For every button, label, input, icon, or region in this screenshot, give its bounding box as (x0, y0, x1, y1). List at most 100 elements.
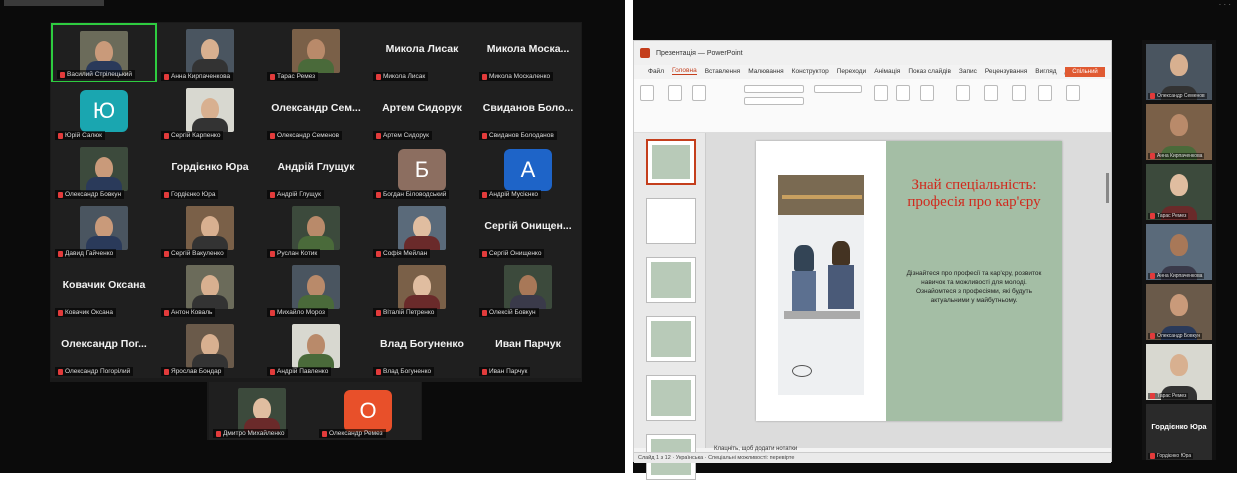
slide-thumbnail[interactable] (646, 139, 696, 185)
ribbon-tab[interactable]: Рецензування (985, 68, 1027, 75)
ribbon-tab[interactable]: Показ слайдів (908, 68, 951, 75)
participant-tile[interactable]: Гордієнко Юра Гордієнко Юра (157, 141, 263, 201)
participant-name: Тарас Ремез (1157, 213, 1187, 219)
addins-icon[interactable] (1012, 85, 1026, 101)
participant-tile[interactable]: Ю Юрій Салюк (51, 82, 157, 142)
participant-tile[interactable]: Микола Моска... Микола Москаленко (475, 23, 581, 83)
side-participant-tile[interactable]: Анна Кирпаченкова (1146, 224, 1212, 280)
participant-name-label: Ковачик Оксана (55, 308, 116, 317)
participant-face (253, 398, 271, 420)
participant-name: Иван Парчук (489, 368, 528, 375)
copilot-icon[interactable] (1066, 85, 1080, 101)
participant-tile[interactable]: Ковачик Оксана Ковачик Оксана (51, 259, 157, 319)
side-participant-tile[interactable]: Тарас Ремез (1146, 344, 1212, 400)
participant-video (80, 147, 128, 191)
ribbon-tab[interactable]: Переходи (837, 68, 866, 75)
layout-icon[interactable] (692, 85, 706, 101)
participant-tile[interactable]: Давид Гайченко (51, 200, 157, 260)
participant-tile[interactable]: Михайло Мороз (263, 259, 369, 319)
participant-tile[interactable]: Микола Лисак Микола Лисак (369, 23, 475, 83)
font-select[interactable] (744, 85, 804, 93)
thumbnail-preview (651, 262, 691, 298)
dictate-icon[interactable] (984, 85, 998, 101)
shapes-icon[interactable] (874, 85, 888, 101)
participant-name-label: Анна Кирпаченкова (1148, 153, 1205, 159)
more-options-icon[interactable]: · · · (1219, 0, 1231, 9)
avatar: Б (398, 149, 446, 191)
participant-tile[interactable]: Софія Мейлан (369, 200, 475, 260)
participant-tile[interactable]: Олексій Бовкун (475, 259, 581, 319)
participant-name-label: Василий Стрілецький (57, 70, 136, 79)
ribbon-tab[interactable]: Анімація (874, 68, 900, 75)
slide-thumbnail[interactable] (646, 198, 696, 244)
side-participant-tile[interactable]: Тарас Ремез (1146, 164, 1212, 220)
participant-tile[interactable]: А Андрій Мусієнко (475, 141, 581, 201)
paste-icon[interactable] (640, 85, 654, 101)
participant-tile[interactable]: Олександр Пог... Олександр Погорілий (51, 318, 157, 378)
participant-tile[interactable]: Андрій Глущук Андрій Глущук (263, 141, 369, 201)
participant-tile[interactable]: Сергій Онищен... Сергій Онищенко (475, 200, 581, 260)
participant-tile[interactable]: Сергій Карпенко (157, 82, 263, 142)
participant-tile[interactable]: Свиданов Боло... Свиданов Болоданов (475, 82, 581, 142)
participant-tile[interactable]: Влад Богуненко Влад Богуненко (369, 318, 475, 378)
participant-tile[interactable]: Руслан Котик (263, 200, 369, 260)
side-participant-tile[interactable]: Олександр Бовкун (1146, 284, 1212, 340)
participant-tile[interactable]: Антон Коваль (157, 259, 263, 319)
participant-body (192, 59, 228, 73)
participant-tile[interactable]: Артем Сидорук Артем Сидорук (369, 82, 475, 142)
side-participant-tile[interactable]: Олександр Семенов (1146, 44, 1212, 100)
participant-tile[interactable]: Віталій Петренко (369, 259, 475, 319)
find-icon[interactable] (956, 85, 970, 101)
participant-name: Свиданов Болоданов (489, 132, 554, 139)
participant-name-label: Олександр Погорілий (55, 367, 134, 376)
muted-mic-icon (482, 368, 487, 375)
ribbon-tab[interactable]: Малювання (748, 68, 783, 75)
participant-tile[interactable]: Тарас Ремез (263, 23, 369, 83)
participant-face (95, 41, 113, 63)
muted-mic-icon (482, 309, 487, 316)
participant-display-name: Микола Моска... (486, 43, 570, 55)
muted-mic-icon (376, 73, 381, 80)
arrange-icon[interactable] (896, 85, 910, 101)
participant-name-label: Влад Богуненко (373, 367, 435, 376)
participant-tile[interactable]: Сергій Вакуленко (157, 200, 263, 260)
participant-body (298, 295, 334, 309)
participant-tile[interactable]: Олександр Бовкун (51, 141, 157, 201)
participant-name: Андрій Мусієнко (489, 191, 539, 198)
ribbon-tab[interactable]: Файл (648, 68, 664, 75)
participant-name: Гордієнко Юра (1157, 453, 1192, 459)
current-slide[interactable]: Знай спеціальність: професія про кар'єру… (756, 141, 1062, 421)
participant-tile[interactable]: Анна Кирпаченкова (157, 23, 263, 83)
side-participant-tile[interactable]: Гордієнко Юра Гордієнко Юра (1146, 404, 1212, 460)
muted-mic-icon (270, 250, 275, 257)
participant-tile[interactable]: Андрій Павленко (263, 318, 369, 378)
participant-tile[interactable]: Ярослав Бондар (157, 318, 263, 378)
powerpoint-logo-icon (640, 48, 650, 58)
slide-thumbnail[interactable] (646, 375, 696, 421)
participant-side-strip: Олександр Семенов Анна Кирпаченкова Тарас … (1142, 40, 1216, 460)
participant-tile[interactable]: Василий Стрілецький (51, 23, 157, 83)
quick-styles-icon[interactable] (920, 85, 934, 101)
ribbon-tab[interactable]: Головна (671, 67, 697, 75)
participant-tile[interactable]: Дмитро Михайленко (209, 382, 315, 440)
paragraph-row[interactable] (814, 85, 862, 93)
ribbon-tab[interactable]: Запис (959, 68, 977, 75)
slide-thumbnail[interactable] (646, 316, 696, 362)
font-format-row[interactable] (744, 97, 804, 105)
side-participant-tile[interactable]: Анна Кирпаченкова (1146, 104, 1212, 160)
participant-tile[interactable]: Иван Парчук Иван Парчук (475, 318, 581, 378)
participant-face (201, 39, 219, 61)
ribbon-tab[interactable]: Вставлення (705, 68, 741, 75)
participant-tile[interactable]: Б Богдан Біловодський (369, 141, 475, 201)
share-button[interactable]: Спільний доступ (1065, 67, 1105, 85)
participant-tile[interactable]: О Олександр Ремез (315, 382, 421, 440)
participant-name-label: Софія Мейлан (373, 249, 431, 258)
participant-tile[interactable]: Олександр Сем... Олександр Семенов (263, 82, 369, 142)
ribbon-tab[interactable]: Конструктор (792, 68, 829, 75)
slide-thumbnail[interactable] (646, 257, 696, 303)
new-slide-icon[interactable] (668, 85, 682, 101)
participant-name: Юрій Салюк (65, 132, 102, 139)
vertical-scrollbar[interactable] (1106, 173, 1109, 203)
designer-icon[interactable] (1038, 85, 1052, 101)
ribbon-tab[interactable]: Вигляд (1035, 68, 1056, 75)
